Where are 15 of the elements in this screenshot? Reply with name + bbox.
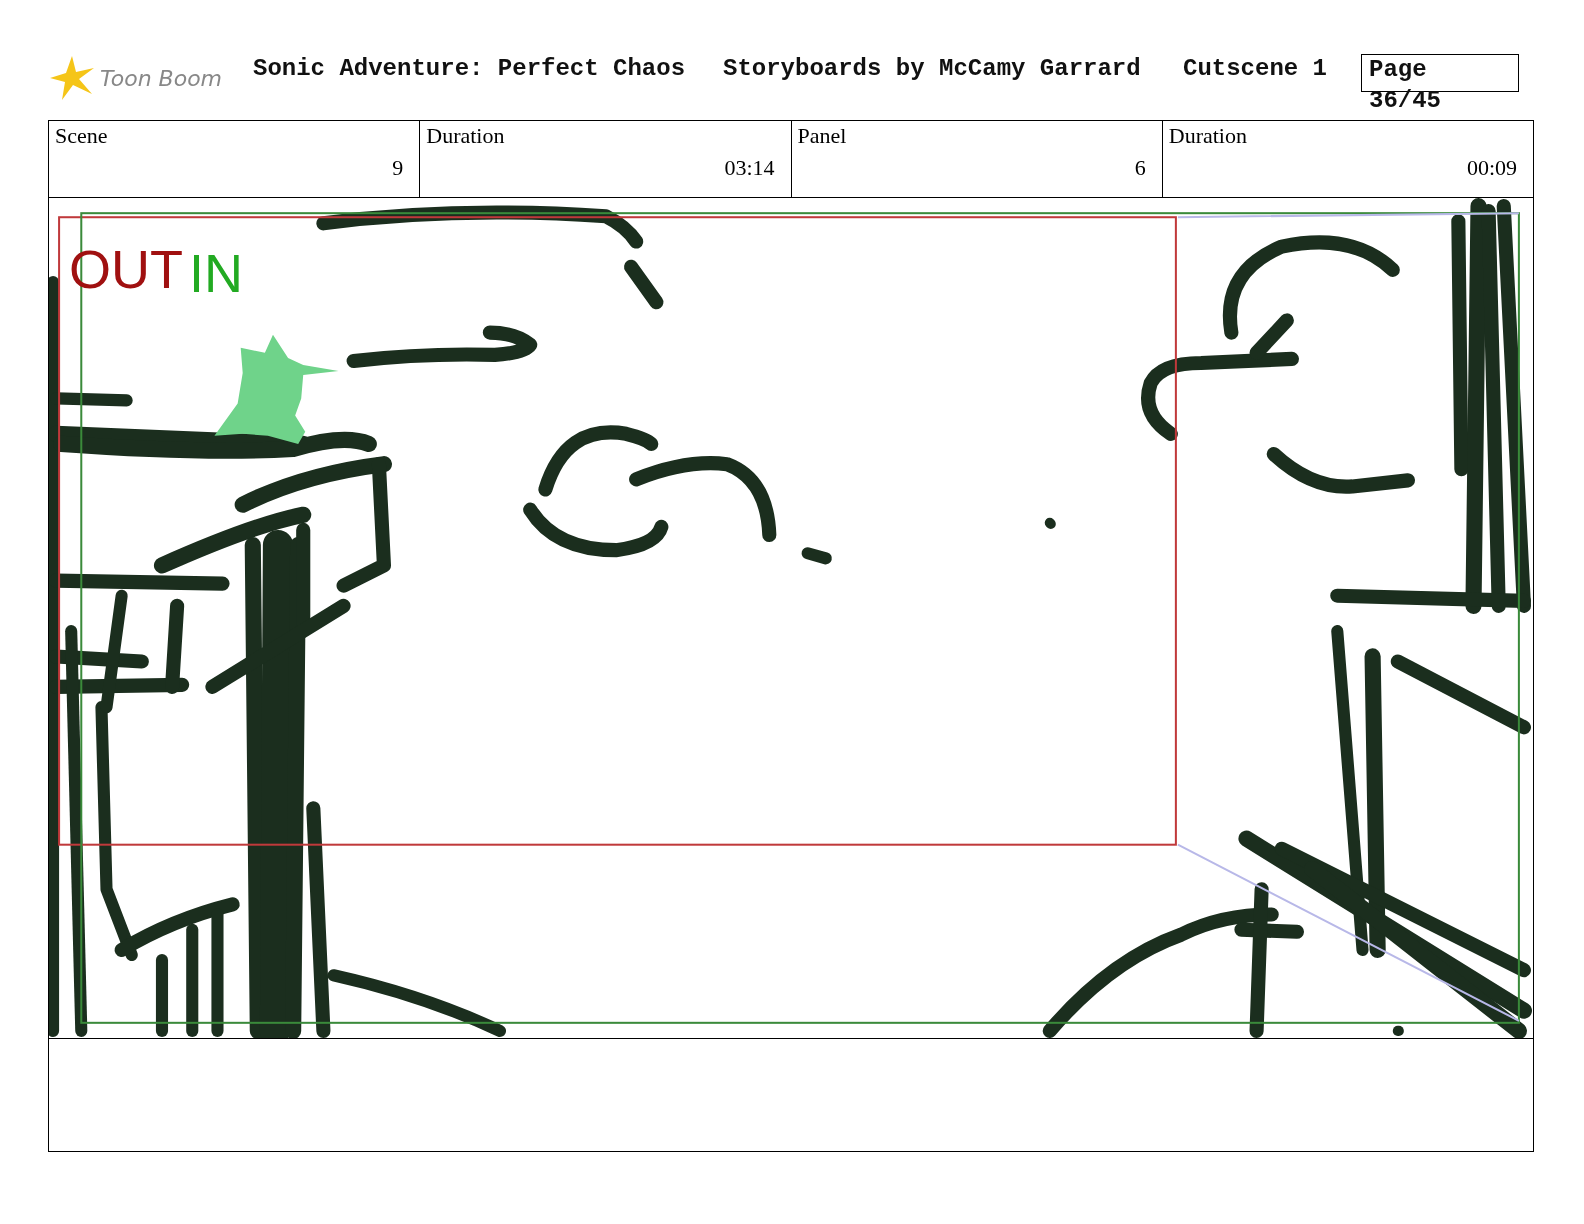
- field-value: 03:14: [723, 155, 775, 181]
- sequence-name: Cutscene 1: [1183, 54, 1329, 84]
- field-label: Scene: [55, 123, 109, 149]
- storyboard-credit: Storyboards by McCamy Garrard: [723, 54, 1142, 84]
- field-label: Duration: [1168, 123, 1248, 149]
- page-number: 36/45: [1369, 86, 1442, 116]
- project-title: Sonic Adventure: Perfect Chaos: [253, 54, 687, 84]
- field-value: 9: [391, 155, 404, 181]
- field-label: Duration: [426, 123, 506, 149]
- field-label: Panel: [797, 123, 848, 149]
- field-value: 00:09: [1465, 155, 1517, 181]
- page-label: Page: [1369, 56, 1427, 83]
- field-value: 6: [1133, 155, 1146, 181]
- frame-label: IN: [189, 246, 243, 300]
- logo-text: Toon Boom: [100, 65, 223, 91]
